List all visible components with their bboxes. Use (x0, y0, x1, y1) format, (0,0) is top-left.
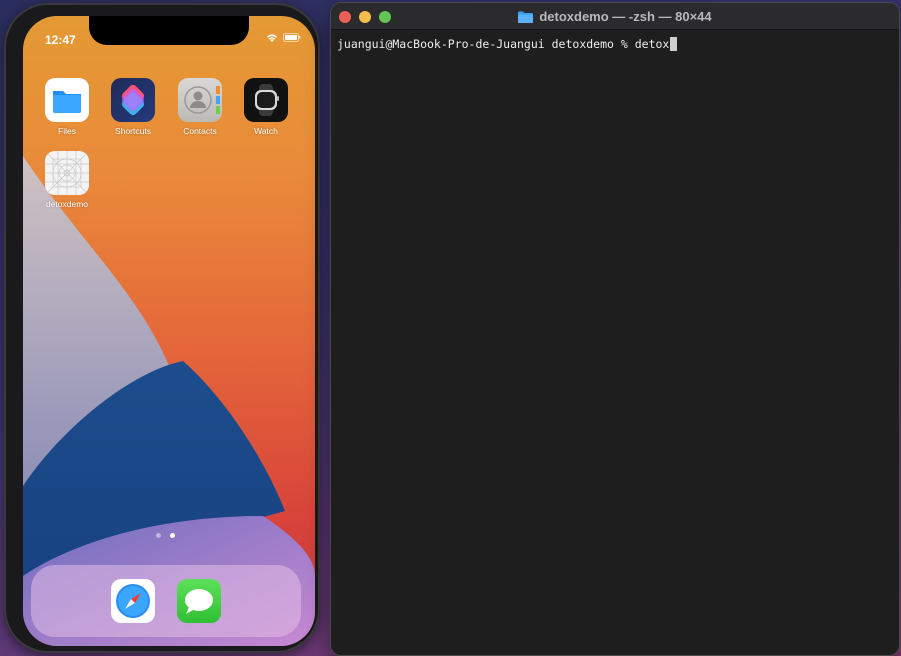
home-screen: 12:47 Files Shortcuts Contacts Watch det… (23, 16, 315, 646)
shell-prompt: juangui@MacBook-Pro-de-Juangui detoxdemo… (337, 37, 635, 51)
terminal-output[interactable]: juangui@MacBook-Pro-de-Juangui detoxdemo… (331, 30, 899, 58)
contacts-icon (178, 78, 222, 122)
app-files[interactable]: Files (37, 78, 97, 136)
safari-icon[interactable] (111, 579, 155, 623)
terminal-window[interactable]: detoxdemo — -zsh — 80×44 juangui@MacBook… (331, 3, 899, 655)
page-dot[interactable] (156, 533, 161, 538)
dock (31, 565, 301, 637)
notch (89, 16, 249, 45)
status-bar-time: 12:47 (45, 33, 76, 47)
app-contacts[interactable]: Contacts (170, 78, 230, 136)
messages-icon[interactable] (177, 579, 221, 623)
app-label: Contacts (183, 126, 217, 136)
window-title-group: detoxdemo — -zsh — 80×44 (331, 9, 899, 24)
watch-icon (244, 78, 288, 122)
terminal-titlebar[interactable]: detoxdemo — -zsh — 80×44 (331, 3, 899, 30)
app-label: Shortcuts (115, 126, 151, 136)
iphone-simulator-window: 12:47 Files Shortcuts Contacts Watch det… (4, 3, 320, 653)
shortcuts-icon (111, 78, 155, 122)
app-placeholder-icon (45, 151, 89, 195)
page-indicator[interactable] (156, 533, 175, 538)
wifi-icon (266, 33, 278, 42)
app-detoxdemo[interactable]: detoxdemo (37, 151, 97, 209)
files-icon (45, 78, 89, 122)
window-title: detoxdemo — -zsh — 80×44 (539, 9, 712, 24)
command-input[interactable]: detox (635, 37, 670, 51)
app-label: Files (58, 126, 76, 136)
folder-icon (518, 11, 534, 23)
text-cursor (670, 37, 678, 51)
app-shortcuts[interactable]: Shortcuts (103, 78, 163, 136)
app-label: Watch (254, 126, 278, 136)
battery-icon (283, 33, 301, 42)
app-watch[interactable]: Watch (236, 78, 296, 136)
status-bar-indicators (266, 33, 301, 42)
app-label: detoxdemo (45, 199, 89, 209)
page-dot-current[interactable] (170, 533, 175, 538)
